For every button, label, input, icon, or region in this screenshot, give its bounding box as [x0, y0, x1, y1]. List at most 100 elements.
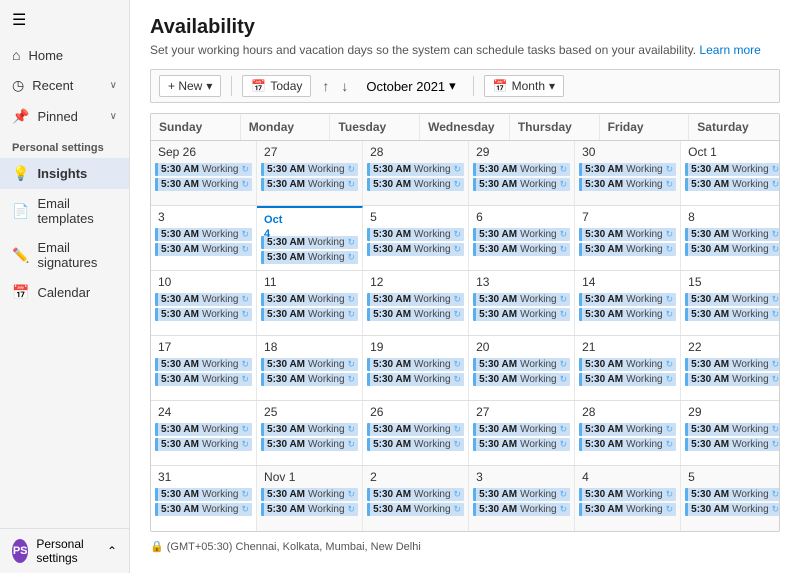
calendar-event[interactable]: 5:30 AMWorking↻	[155, 178, 252, 191]
calendar-cell[interactable]: 295:30 AMWorking↻5:30 AMWorking↻	[469, 141, 575, 205]
calendar-event[interactable]: 5:30 AMWorking↻	[155, 293, 252, 306]
calendar-event[interactable]: 5:30 AMWorking↻	[685, 503, 780, 516]
calendar-cell[interactable]: Sep 265:30 AMWorking↻5:30 AMWorking↻	[151, 141, 257, 205]
calendar-event[interactable]: 5:30 AMWorking↻	[367, 163, 464, 176]
calendar-cell[interactable]: Nov 15:30 AMWorking↻5:30 AMWorking↻	[257, 466, 363, 531]
calendar-event[interactable]: 5:30 AMWorking↻	[579, 178, 676, 191]
calendar-cell[interactable]: 35:30 AMWorking↻5:30 AMWorking↻	[469, 466, 575, 531]
calendar-cell[interactable]: 155:30 AMWorking↻5:30 AMWorking↻	[681, 271, 780, 335]
calendar-event[interactable]: 5:30 AMWorking↻	[473, 423, 570, 436]
calendar-cell[interactable]: 315:30 AMWorking↻5:30 AMWorking↻	[151, 466, 257, 531]
calendar-event[interactable]: 5:30 AMWorking↻	[579, 358, 676, 371]
calendar-event[interactable]: 5:30 AMWorking↻	[261, 438, 358, 451]
calendar-cell[interactable]: 265:30 AMWorking↻5:30 AMWorking↻	[363, 401, 469, 465]
calendar-event[interactable]: 5:30 AMWorking↻	[155, 308, 252, 321]
calendar-cell[interactable]: 185:30 AMWorking↻5:30 AMWorking↻	[257, 336, 363, 400]
calendar-event[interactable]: 5:30 AMWorking↻	[261, 373, 358, 386]
calendar-cell[interactable]: 55:30 AMWorking↻5:30 AMWorking↻	[363, 206, 469, 270]
calendar-event[interactable]: 5:30 AMWorking↻	[155, 373, 252, 386]
sidebar-footer[interactable]: PS Personal settings ⌃	[0, 528, 129, 573]
prev-button[interactable]: ↑	[317, 76, 334, 96]
calendar-event[interactable]: 5:30 AMWorking↻	[155, 163, 252, 176]
calendar-event[interactable]: 5:30 AMWorking↻	[155, 228, 252, 241]
calendar-event[interactable]: 5:30 AMWorking↻	[579, 243, 676, 256]
calendar-event[interactable]: 5:30 AMWorking↻	[155, 243, 252, 256]
learn-more-link[interactable]: Learn more	[699, 43, 760, 57]
calendar-event[interactable]: 5:30 AMWorking↻	[367, 373, 464, 386]
calendar-cell[interactable]: 175:30 AMWorking↻5:30 AMWorking↻	[151, 336, 257, 400]
calendar-event[interactable]: 5:30 AMWorking↻	[685, 178, 780, 191]
calendar-cell[interactable]: 135:30 AMWorking↻5:30 AMWorking↻	[469, 271, 575, 335]
calendar-event[interactable]: 5:30 AMWorking↻	[367, 358, 464, 371]
calendar-cell[interactable]: 195:30 AMWorking↻5:30 AMWorking↻	[363, 336, 469, 400]
calendar-cell[interactable]: 285:30 AMWorking↻5:30 AMWorking↻	[575, 401, 681, 465]
month-view-button[interactable]: 📅 Month ▾	[484, 75, 564, 97]
calendar-cell[interactable]: 205:30 AMWorking↻5:30 AMWorking↻	[469, 336, 575, 400]
calendar-cell[interactable]: 125:30 AMWorking↻5:30 AMWorking↻	[363, 271, 469, 335]
calendar-cell[interactable]: 115:30 AMWorking↻5:30 AMWorking↻	[257, 271, 363, 335]
calendar-cell[interactable]: 245:30 AMWorking↻5:30 AMWorking↻	[151, 401, 257, 465]
calendar-event[interactable]: 5:30 AMWorking↻	[261, 308, 358, 321]
calendar-event[interactable]: 5:30 AMWorking↻	[685, 488, 780, 501]
calendar-event[interactable]: 5:30 AMWorking↻	[367, 503, 464, 516]
sidebar-item-recent[interactable]: ◷ Recent ∨	[0, 70, 129, 101]
calendar-event[interactable]: 5:30 AMWorking↻	[261, 488, 358, 501]
calendar-event[interactable]: 5:30 AMWorking↻	[261, 503, 358, 516]
calendar-event[interactable]: 5:30 AMWorking↻	[367, 228, 464, 241]
calendar-cell[interactable]: 295:30 AMWorking↻5:30 AMWorking↻	[681, 401, 780, 465]
calendar-event[interactable]: 5:30 AMWorking↻	[155, 438, 252, 451]
calendar-cell[interactable]: 225:30 AMWorking↻5:30 AMWorking↻	[681, 336, 780, 400]
calendar-cell[interactable]: 305:30 AMWorking↻5:30 AMWorking↻	[575, 141, 681, 205]
calendar-event[interactable]: 5:30 AMWorking↻	[367, 308, 464, 321]
calendar-cell[interactable]: 35:30 AMWorking↻5:30 AMWorking↻	[151, 206, 257, 270]
calendar-cell[interactable]: 75:30 AMWorking↻5:30 AMWorking↻	[575, 206, 681, 270]
sidebar-item-email-signatures[interactable]: ✏️ Email signatures	[0, 233, 129, 277]
calendar-event[interactable]: 5:30 AMWorking↻	[579, 373, 676, 386]
today-button[interactable]: 📅 Today	[242, 75, 311, 97]
calendar-event[interactable]: 5:30 AMWorking↻	[685, 373, 780, 386]
calendar-event[interactable]: 5:30 AMWorking↻	[579, 423, 676, 436]
calendar-event[interactable]: 5:30 AMWorking↻	[367, 423, 464, 436]
sidebar-item-home[interactable]: ⌂ Home	[0, 40, 129, 70]
calendar-cell[interactable]: 145:30 AMWorking↻5:30 AMWorking↻	[575, 271, 681, 335]
calendar-event[interactable]: 5:30 AMWorking↻	[685, 423, 780, 436]
calendar-cell[interactable]: 65:30 AMWorking↻5:30 AMWorking↻	[469, 206, 575, 270]
calendar-cell[interactable]: Oct 45:30 AMWorking↻5:30 AMWorking↻	[257, 206, 363, 270]
sidebar-item-email-templates[interactable]: 📄 Email templates	[0, 189, 129, 233]
calendar-event[interactable]: 5:30 AMWorking↻	[579, 488, 676, 501]
calendar-event[interactable]: 5:30 AMWorking↻	[473, 293, 570, 306]
calendar-event[interactable]: 5:30 AMWorking↻	[579, 503, 676, 516]
calendar-cell[interactable]: 25:30 AMWorking↻5:30 AMWorking↻	[363, 466, 469, 531]
calendar-event[interactable]: 5:30 AMWorking↻	[367, 438, 464, 451]
calendar-event[interactable]: 5:30 AMWorking↻	[685, 243, 780, 256]
calendar-event[interactable]: 5:30 AMWorking↻	[261, 178, 358, 191]
calendar-event[interactable]: 5:30 AMWorking↻	[367, 243, 464, 256]
calendar-cell[interactable]: 55:30 AMWorking↻5:30 AMWorking↻	[681, 466, 780, 531]
calendar-event[interactable]: 5:30 AMWorking↻	[685, 438, 780, 451]
new-button[interactable]: + New ▾	[159, 75, 221, 97]
calendar-cell[interactable]: 45:30 AMWorking↻5:30 AMWorking↻	[575, 466, 681, 531]
calendar-event[interactable]: 5:30 AMWorking↻	[579, 438, 676, 451]
calendar-event[interactable]: 5:30 AMWorking↻	[473, 503, 570, 516]
calendar-cell[interactable]: 275:30 AMWorking↻5:30 AMWorking↻	[469, 401, 575, 465]
calendar-event[interactable]: 5:30 AMWorking↻	[261, 236, 358, 249]
calendar-event[interactable]: 5:30 AMWorking↻	[473, 243, 570, 256]
calendar-event[interactable]: 5:30 AMWorking↻	[579, 228, 676, 241]
calendar-event[interactable]: 5:30 AMWorking↻	[367, 488, 464, 501]
calendar-event[interactable]: 5:30 AMWorking↻	[685, 358, 780, 371]
calendar-cell[interactable]: 105:30 AMWorking↻5:30 AMWorking↻	[151, 271, 257, 335]
calendar-event[interactable]: 5:30 AMWorking↻	[155, 503, 252, 516]
calendar-event[interactable]: 5:30 AMWorking↻	[155, 423, 252, 436]
calendar-event[interactable]: 5:30 AMWorking↻	[685, 163, 780, 176]
calendar-event[interactable]: 5:30 AMWorking↻	[261, 163, 358, 176]
calendar-cell[interactable]: 285:30 AMWorking↻5:30 AMWorking↻	[363, 141, 469, 205]
calendar-event[interactable]: 5:30 AMWorking↻	[155, 358, 252, 371]
calendar-event[interactable]: 5:30 AMWorking↻	[685, 308, 780, 321]
calendar-event[interactable]: 5:30 AMWorking↻	[579, 163, 676, 176]
calendar-event[interactable]: 5:30 AMWorking↻	[367, 178, 464, 191]
calendar-event[interactable]: 5:30 AMWorking↻	[261, 423, 358, 436]
calendar-cell[interactable]: 255:30 AMWorking↻5:30 AMWorking↻	[257, 401, 363, 465]
calendar-event[interactable]: 5:30 AMWorking↻	[685, 293, 780, 306]
calendar-event[interactable]: 5:30 AMWorking↻	[685, 228, 780, 241]
sidebar-item-pinned[interactable]: 📌 Pinned ∨	[0, 101, 129, 132]
